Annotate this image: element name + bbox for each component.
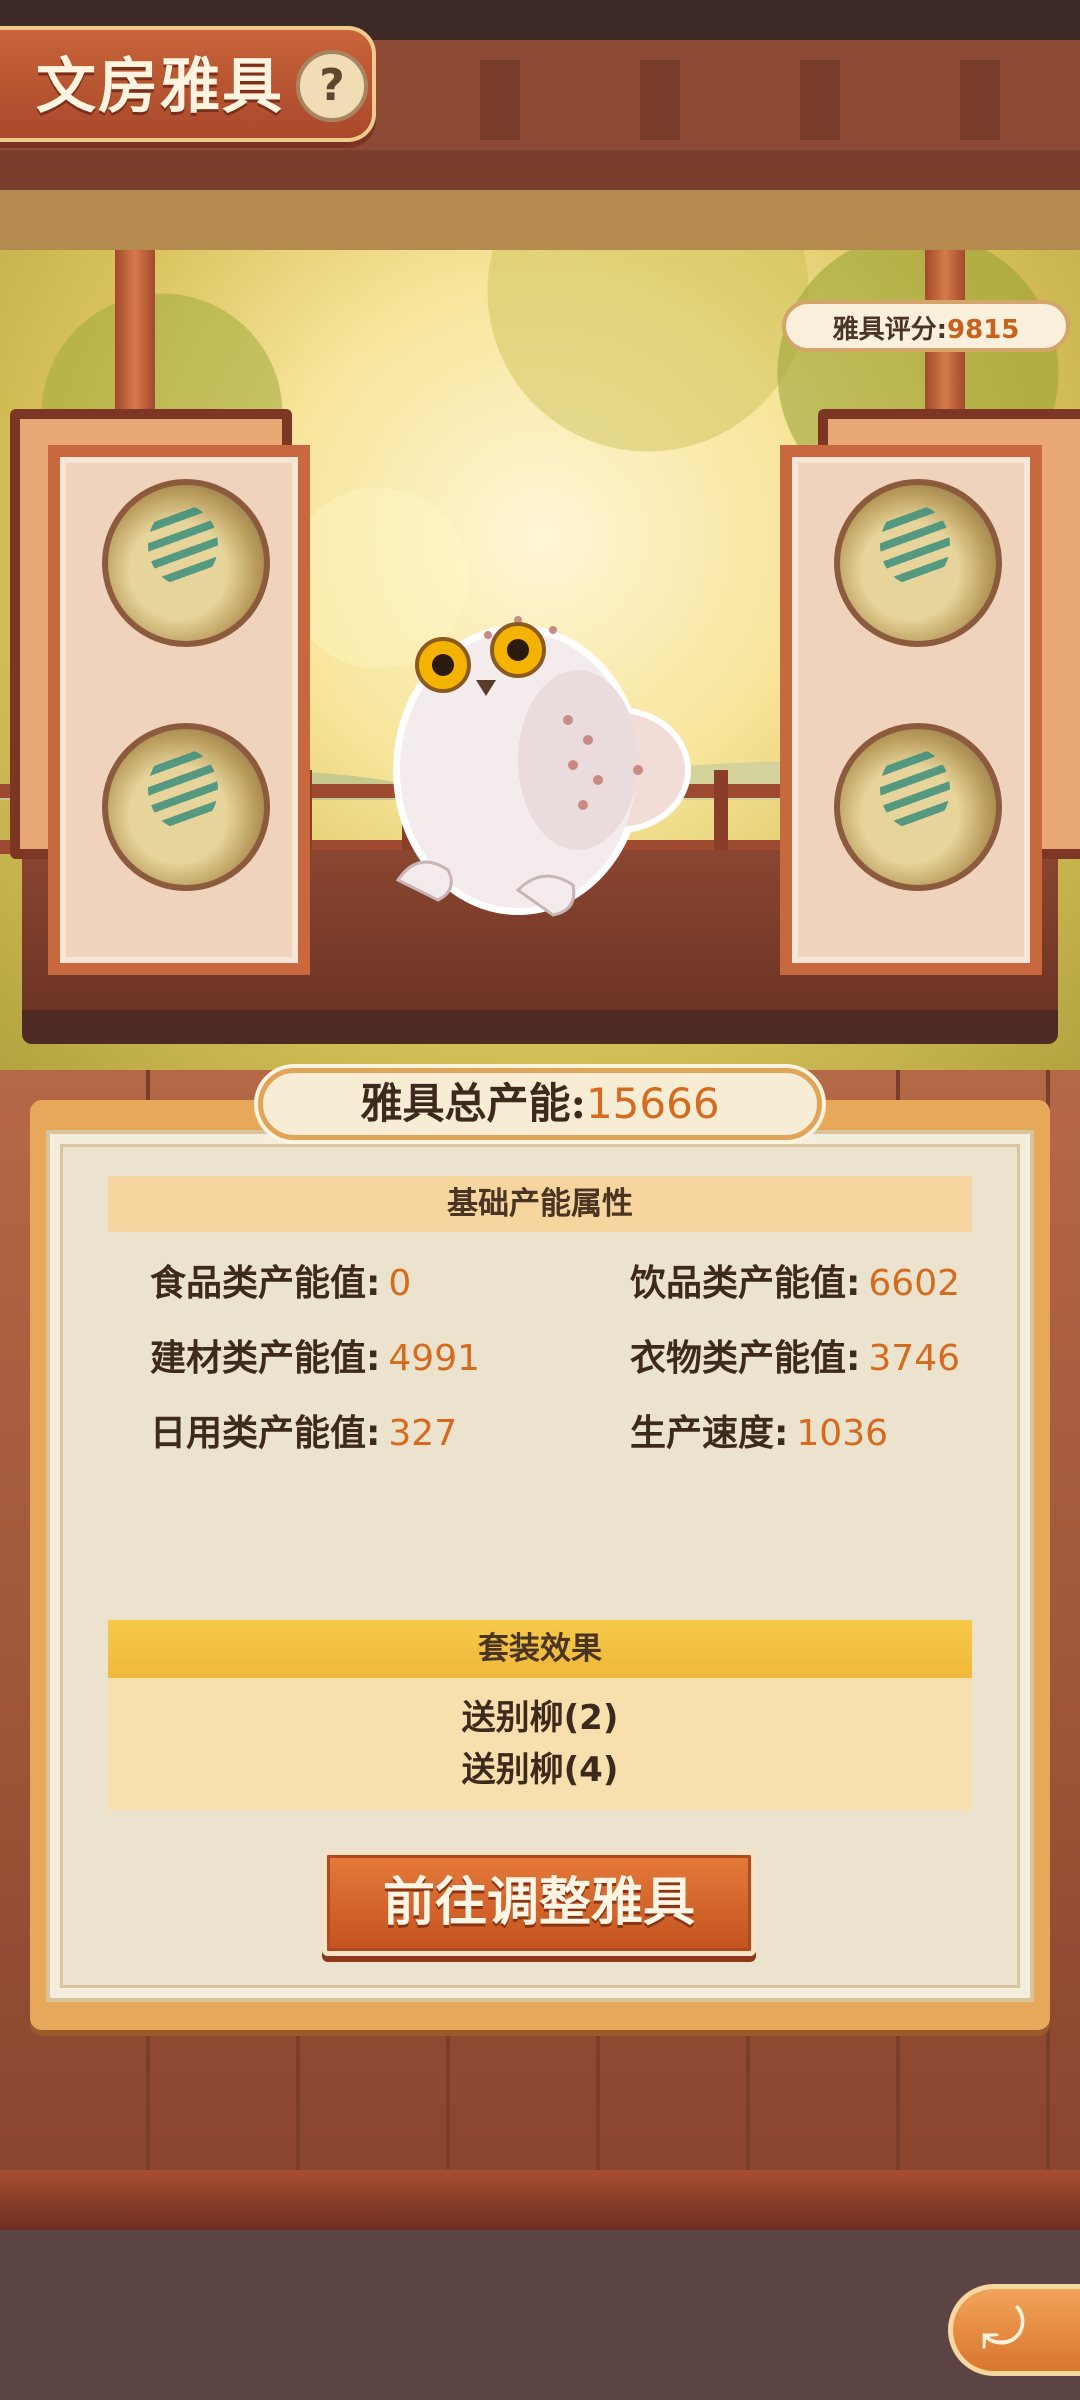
stat-drink-value: 6602	[868, 1263, 961, 1304]
folding-screen-left[interactable]	[10, 409, 310, 975]
screen-front-panel	[780, 445, 1042, 975]
stat-speed: 生产速度: 1036	[630, 1404, 888, 1456]
willow-painting-disc	[102, 723, 270, 891]
total-capacity-value: 15666	[585, 1079, 720, 1128]
total-capacity-banner: 雅具总产能:15666	[258, 1068, 822, 1140]
score-value: 9815	[947, 315, 1020, 345]
stat-speed-label: 生产速度:	[630, 1413, 789, 1454]
bottom-bar	[0, 2230, 1080, 2400]
display-scene: 雅具评分:9815	[0, 250, 1080, 1070]
willow-painting-disc	[834, 723, 1002, 891]
stat-material: 建材类产能值: 4991	[150, 1329, 480, 1381]
back-button[interactable]: ⤾	[948, 2284, 1080, 2376]
stat-daily-label: 日用类产能值:	[150, 1413, 381, 1454]
stat-material-label: 建材类产能值:	[150, 1338, 381, 1379]
stat-daily-value: 327	[388, 1413, 458, 1454]
snowy-owl-mascot[interactable]	[368, 570, 708, 930]
stat-clothing-label: 衣物类产能值:	[630, 1338, 861, 1379]
stat-material-value: 4991	[388, 1338, 481, 1379]
stat-clothing-value: 3746	[868, 1338, 961, 1379]
floor-edge	[0, 2170, 1080, 2230]
stat-daily: 日用类产能值: 327	[150, 1404, 457, 1456]
page-title: 文房雅具	[36, 52, 284, 122]
back-arrow-icon: ⤾	[981, 2297, 1026, 2360]
willow-painting-disc	[834, 479, 1002, 647]
help-icon[interactable]: ?	[296, 50, 368, 122]
total-capacity-label: 雅具总产能:	[360, 1079, 586, 1128]
set-effect-header: 套装效果	[108, 1620, 972, 1678]
stat-drink: 饮品类产能值: 6602	[630, 1254, 960, 1306]
set-effect-item: 送别柳(4)	[461, 1750, 619, 1790]
stat-food-label: 食品类产能值:	[150, 1263, 381, 1304]
stat-food-value: 0	[388, 1263, 412, 1304]
stat-drink-label: 饮品类产能值:	[630, 1263, 861, 1304]
folding-screen-right[interactable]	[780, 409, 1080, 975]
willow-painting-disc	[102, 479, 270, 647]
set-effect-list: 送别柳(2) 送别柳(4)	[108, 1678, 972, 1810]
stat-speed-value: 1036	[796, 1413, 889, 1454]
furniture-score-badge: 雅具评分:9815	[782, 300, 1070, 352]
stat-food: 食品类产能值: 0	[150, 1254, 411, 1306]
stage-band	[22, 1010, 1058, 1044]
score-label: 雅具评分:	[832, 315, 948, 345]
stat-clothing: 衣物类产能值: 3746	[630, 1329, 960, 1381]
base-stats-header: 基础产能属性	[108, 1176, 972, 1232]
screen-front-panel	[48, 445, 310, 975]
set-effect-item: 送别柳(2)	[461, 1698, 619, 1738]
adjust-furniture-button[interactable]: 前往调整雅具	[322, 1850, 756, 1956]
